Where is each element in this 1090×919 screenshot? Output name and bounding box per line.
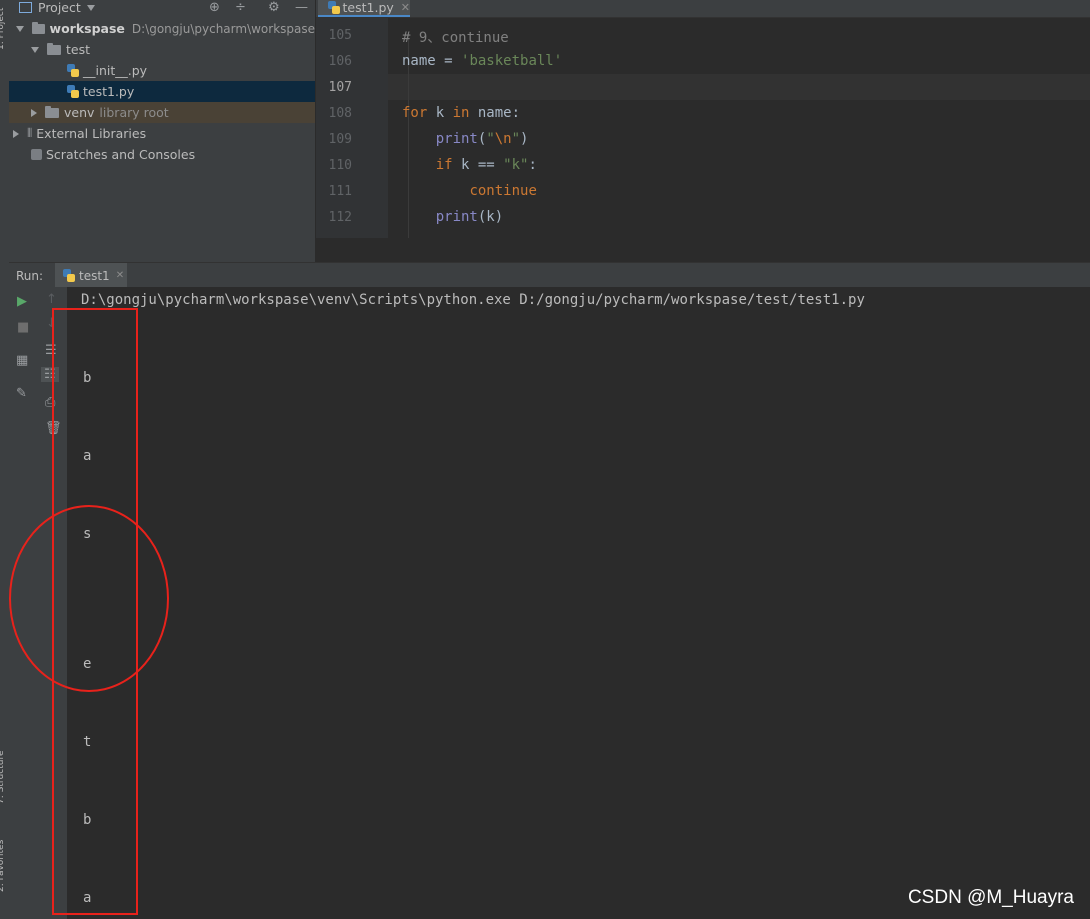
line-number: 111 bbox=[328, 184, 352, 199]
editor-tab-test1[interactable]: test1.py ✕ bbox=[318, 0, 410, 17]
tree-item-label: venv bbox=[64, 105, 95, 120]
project-panel: Project ⊕ ÷ ⚙ — workspase D:\gongju\pych… bbox=[9, 0, 315, 262]
line-number: 112 bbox=[328, 210, 352, 225]
code-line-106: name = 'basketball' bbox=[402, 53, 563, 69]
line-number: 109 bbox=[328, 132, 352, 147]
chevron-down-icon[interactable] bbox=[86, 0, 95, 14]
folder-icon bbox=[47, 42, 61, 55]
tree-item-label: __init__.py bbox=[83, 63, 148, 78]
close-icon[interactable]: ✕ bbox=[401, 1, 410, 14]
tree-item-venv[interactable]: venv library root bbox=[9, 102, 315, 123]
expand-arrow-icon[interactable] bbox=[16, 25, 25, 32]
code-line-105: # 9、continue bbox=[402, 30, 509, 46]
editor-gutter: 105 106 107 108 109 110 111 112 bbox=[316, 18, 400, 238]
project-view-icon bbox=[19, 1, 32, 13]
project-panel-header: Project ⊕ ÷ ⚙ — bbox=[9, 0, 315, 15]
expand-arrow-icon[interactable] bbox=[31, 46, 39, 53]
up-arrow-icon[interactable]: ↑ bbox=[46, 292, 57, 307]
line-number: 110 bbox=[328, 158, 352, 173]
locate-icon[interactable]: ⊕ bbox=[209, 0, 220, 15]
python-file-icon bbox=[328, 0, 340, 15]
tree-item-label: workspase bbox=[49, 21, 125, 36]
folder-icon bbox=[45, 105, 59, 118]
tree-item-init-py[interactable]: __init__.py bbox=[9, 60, 315, 81]
hide-icon[interactable]: — bbox=[295, 0, 308, 15]
code-line-109: print("\n") bbox=[435, 131, 529, 147]
annotation-ellipse bbox=[9, 505, 169, 692]
code-line-110: if k == "k": bbox=[435, 157, 537, 173]
layout-icon[interactable]: ▦ bbox=[16, 353, 28, 368]
rerun-icon[interactable]: ▶ bbox=[17, 294, 27, 309]
line-number: 105 bbox=[328, 28, 352, 43]
close-icon[interactable]: ✕ bbox=[116, 270, 124, 281]
line-number: 107 bbox=[328, 80, 352, 95]
console-command-line: D:\gongju\pycharm\workspase\venv\Scripts… bbox=[81, 292, 865, 308]
tree-item-test[interactable]: test bbox=[9, 39, 315, 60]
tree-item-workspase[interactable]: workspase D:\gongju\pycharm\workspase bbox=[9, 18, 315, 39]
code-line-112: print(k) bbox=[435, 209, 504, 225]
tree-item-label: Scratches and Consoles bbox=[46, 147, 196, 162]
code-editor[interactable]: # 9、continue name = 'basketball' for k i… bbox=[388, 18, 1090, 238]
current-line-highlight bbox=[388, 74, 1090, 100]
line-number: 106 bbox=[328, 54, 352, 69]
tree-item-hint: library root bbox=[99, 105, 169, 120]
python-file-icon bbox=[67, 84, 79, 99]
tree-item-label: test1.py bbox=[83, 84, 135, 99]
tree-item-path: D:\gongju\pycharm\workspase bbox=[131, 21, 316, 36]
line-number: 108 bbox=[328, 106, 352, 121]
collapse-icon[interactable]: ÷ bbox=[235, 0, 246, 15]
project-view-selector[interactable]: Project bbox=[38, 0, 81, 15]
stop-icon[interactable]: ■ bbox=[17, 320, 29, 335]
expand-arrow-icon[interactable] bbox=[13, 129, 19, 138]
run-panel-header: Run: test1 ✕ bbox=[9, 262, 1090, 288]
scratches-icon bbox=[31, 149, 42, 160]
code-line-108: for k in name: bbox=[402, 105, 521, 121]
run-console[interactable]: D:\gongju\pycharm\workspase\venv\Scripts… bbox=[67, 287, 1090, 919]
pin-icon[interactable]: ✎ bbox=[16, 386, 27, 401]
run-tab-label: test1 bbox=[79, 268, 110, 283]
code-line-111: continue bbox=[469, 183, 537, 199]
tree-item-external-libraries[interactable]: ⦀ External Libraries bbox=[9, 123, 315, 144]
gear-icon[interactable]: ⚙ bbox=[268, 0, 280, 15]
expand-arrow-icon[interactable] bbox=[31, 108, 37, 117]
tree-item-test1-py[interactable]: test1.py bbox=[9, 81, 315, 102]
libraries-icon: ⦀ bbox=[27, 126, 33, 140]
run-tab-test1[interactable]: test1 ✕ bbox=[55, 263, 127, 288]
editor-tab-label: test1.py bbox=[342, 0, 394, 15]
tree-item-label: test bbox=[66, 42, 91, 57]
folder-icon bbox=[31, 21, 45, 34]
tree-item-scratches[interactable]: Scratches and Consoles bbox=[9, 144, 315, 165]
watermark: CSDN @M_Huayra bbox=[907, 887, 1074, 908]
tree-item-label: External Libraries bbox=[36, 126, 147, 141]
python-file-icon bbox=[67, 63, 79, 78]
python-file-icon bbox=[63, 268, 75, 283]
run-label: Run: bbox=[16, 268, 44, 283]
editor-tab-bar: test1.py ✕ bbox=[316, 0, 1090, 18]
